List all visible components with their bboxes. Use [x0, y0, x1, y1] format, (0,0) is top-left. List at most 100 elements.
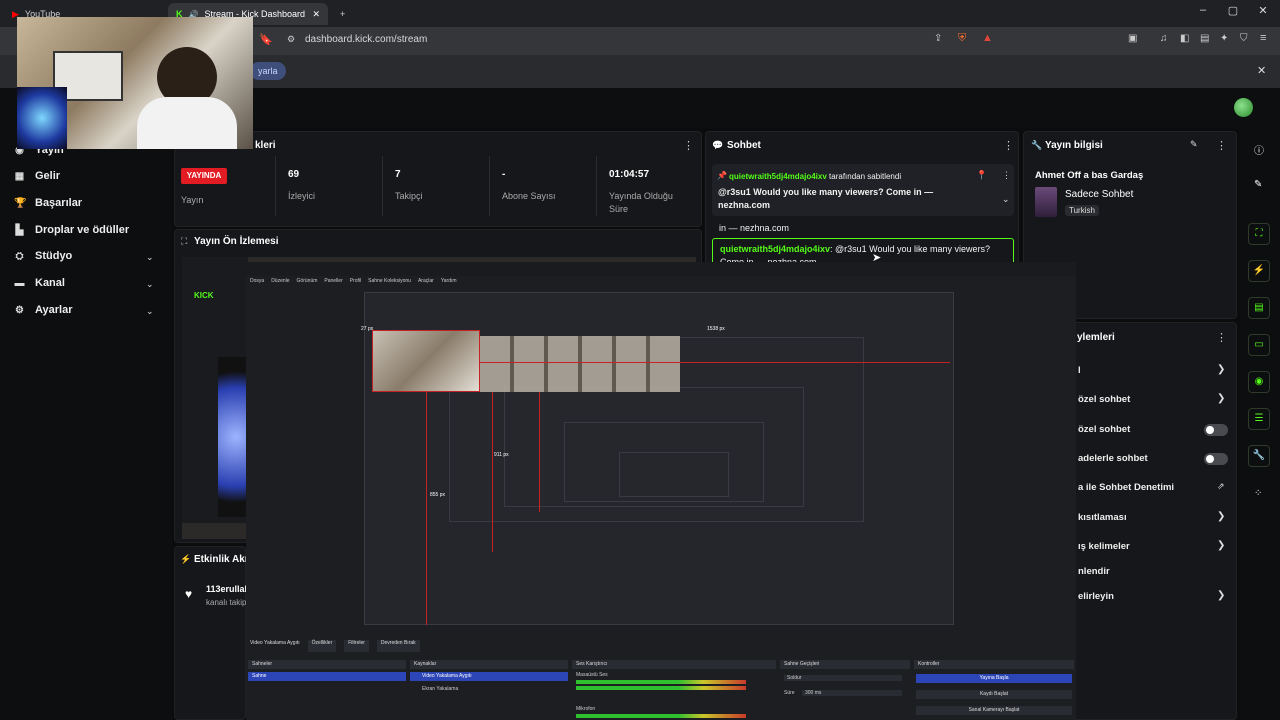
source-item[interactable]: Ekran Yakalama [422, 686, 458, 692]
live-badge: YAYINDA [181, 168, 227, 184]
panel-title: Yayın Ön İzlemesi [194, 236, 279, 247]
start-recording-button[interactable]: Kaydı Başlat [916, 690, 1072, 699]
pinned-by-user[interactable]: quietwraith5dj4mdajo4ixv [729, 172, 827, 181]
chat-setting-row[interactable]: nlendir [1078, 566, 1110, 577]
chevron-down-icon[interactable]: ⌄ [146, 306, 154, 317]
sidebar-item-basarilar[interactable]: 🏆 Başarılar [14, 197, 82, 209]
chat-setting-row[interactable]: özel sohbet [1078, 394, 1130, 405]
transition-type-select[interactable]: Soldur [784, 675, 902, 681]
layout-icon[interactable]: ☰ [1248, 408, 1270, 430]
obs-menu-item[interactable]: Yardım [441, 278, 457, 284]
more-options-icon[interactable]: ⋮ [1216, 139, 1227, 152]
edit-icon[interactable]: ✎ [1254, 179, 1262, 190]
scene-item[interactable]: Sahne [248, 672, 406, 681]
info-icon[interactable]: ⓘ [1254, 142, 1264, 157]
chevron-right-icon[interactable]: ❯ [1217, 511, 1225, 522]
wallet-icon[interactable]: ▤ [1200, 33, 1209, 44]
screenshot-icon[interactable]: ▣ [1128, 33, 1137, 44]
more-options-icon[interactable]: ⋮ [1003, 139, 1014, 152]
obs-menu-item[interactable]: Dosya [250, 278, 264, 284]
share-icon[interactable]: ⇪ [934, 33, 942, 44]
stream-title: Ahmet Off a bas Gardaş [1035, 170, 1144, 181]
pinned-options-icon[interactable]: ⋮ [1002, 170, 1011, 181]
broadcast-icon[interactable]: ◉ [1248, 371, 1270, 393]
site-info-icon[interactable]: ⚙ [287, 34, 295, 45]
minimize-button[interactable]: – [1188, 4, 1218, 16]
sidebar-toggle-icon[interactable]: ◧ [1180, 33, 1189, 44]
wrench-icon[interactable]: 🔧 [1248, 445, 1270, 467]
sidebar-item-ayarlar[interactable]: ⚙ Ayarlar [14, 304, 73, 316]
more-options-icon[interactable]: ⋮ [1216, 331, 1227, 344]
vpn-icon[interactable]: ⛉ [1240, 33, 1248, 44]
obs-filters-button[interactable]: Filtreler [344, 640, 369, 652]
chevron-down-icon[interactable]: ⌄ [1002, 194, 1010, 205]
leo-ai-icon[interactable]: ✦ [1220, 33, 1228, 44]
start-streaming-button[interactable]: Yayına Başla [916, 674, 1072, 683]
chevron-right-icon[interactable]: ❯ [1217, 364, 1225, 375]
brave-rewards-icon[interactable]: ▲ [982, 32, 993, 44]
obs-preview-canvas[interactable]: 1538 px 27 px 855 px 911 px [361, 292, 954, 625]
chevron-right-icon[interactable]: ❯ [1217, 590, 1225, 601]
obs-menu-item[interactable]: Görünüm [297, 278, 318, 284]
new-tab-button[interactable]: + [332, 3, 353, 25]
chat-overflow-line: in — nezhna.com [719, 223, 790, 233]
bookmark-icon[interactable]: 🔖 [259, 33, 273, 46]
apps-icon[interactable]: ⁘ [1254, 488, 1262, 499]
menu-icon[interactable]: ≡ [1260, 32, 1266, 44]
chat-setting-row[interactable]: kısıtlaması [1078, 512, 1127, 523]
url-field[interactable]: dashboard.kick.com/stream [305, 34, 427, 45]
user-avatar[interactable] [1234, 98, 1253, 117]
duration-field[interactable]: 300 ms [802, 690, 902, 696]
source-item[interactable]: Video Yakalama Aygıtı [410, 672, 568, 681]
chat-setting-row[interactable]: elirleyin [1078, 591, 1114, 602]
sidebar-item-droplar[interactable]: ▙ Droplar ve ödüller [14, 224, 130, 236]
plus-icon: + [340, 9, 346, 19]
preview-icon: ⛶ [181, 236, 188, 246]
obs-menu-item[interactable]: Profil [350, 278, 361, 284]
obs-menu-item[interactable]: Paneller [324, 278, 342, 284]
sidebar-item-kanal[interactable]: ▬ Kanal [14, 277, 65, 289]
obs-window: Dosya Düzenle Görünüm Paneller Profil Sa… [246, 262, 1076, 720]
chevron-right-icon[interactable]: ❯ [1217, 540, 1225, 551]
chevron-right-icon[interactable]: ❯ [1217, 393, 1225, 404]
close-infobar-icon[interactable]: ✕ [1257, 64, 1266, 77]
close-window-button[interactable]: ✕ [1248, 4, 1278, 17]
start-virtual-camera-button[interactable]: Sanal Kamerayı Başlat [916, 706, 1072, 715]
fullscreen-icon[interactable]: ⛶ [1248, 223, 1270, 245]
music-icon[interactable]: ♫ [1160, 33, 1168, 44]
chevron-down-icon[interactable]: ⌄ [146, 252, 154, 263]
stream-category[interactable]: Sadece Sohbet [1065, 189, 1133, 200]
chat-icon[interactable]: ▭ [1248, 334, 1270, 356]
activity-user: 113erullal [206, 584, 248, 594]
trophy-icon: 🏆 [14, 197, 27, 209]
followers-only-toggle[interactable] [1204, 424, 1228, 436]
edit-icon[interactable]: ✎ [1190, 139, 1198, 150]
external-link-icon[interactable]: ⇗ [1217, 481, 1225, 492]
chat-setting-row[interactable]: a ile Sohbet Denetimi [1078, 482, 1174, 493]
viewer-label: İzleyici [288, 191, 316, 201]
close-tab-icon[interactable]: ✕ [312, 9, 320, 20]
obs-deinterlace-button[interactable]: Devreden Bırak [376, 640, 420, 652]
brave-shield-icon[interactable]: ⛨ [958, 32, 966, 45]
unpin-icon[interactable]: 📍 [976, 170, 987, 181]
obs-properties-button[interactable]: Özellikler [307, 640, 337, 652]
lightning-icon[interactable]: ⚡ [1248, 260, 1270, 282]
more-options-icon[interactable]: ⋮ [683, 139, 694, 152]
selection-box [372, 330, 480, 392]
document-icon[interactable]: ▤ [1248, 297, 1270, 319]
sidebar-item-label: Ayarlar [35, 304, 73, 316]
infobar-chip[interactable]: yarla [250, 62, 286, 80]
chevron-down-icon[interactable]: ⌄ [146, 279, 154, 290]
obs-menu-item[interactable]: Araçlar [418, 278, 434, 284]
obs-menu-item[interactable]: Düzenle [271, 278, 289, 284]
emote-only-toggle[interactable] [1204, 453, 1228, 465]
chat-setting-row[interactable]: l [1078, 365, 1081, 376]
maximize-button[interactable]: ▢ [1218, 4, 1248, 17]
sidebar-item-label: Droplar ve ödüller [35, 224, 130, 236]
chat-setting-row[interactable]: ış kelimeler [1078, 541, 1130, 552]
live-label: Yayın [181, 195, 204, 205]
sidebar-item-studyo[interactable]: ⛭ Stüdyo [14, 250, 73, 262]
chat-username[interactable]: quietwraith5dj4mdajo4ixv [720, 244, 830, 254]
sidebar-item-gelir[interactable]: ▦ Gelir [14, 170, 60, 182]
obs-menu-item[interactable]: Sahne Koleksiyonu [368, 278, 411, 284]
